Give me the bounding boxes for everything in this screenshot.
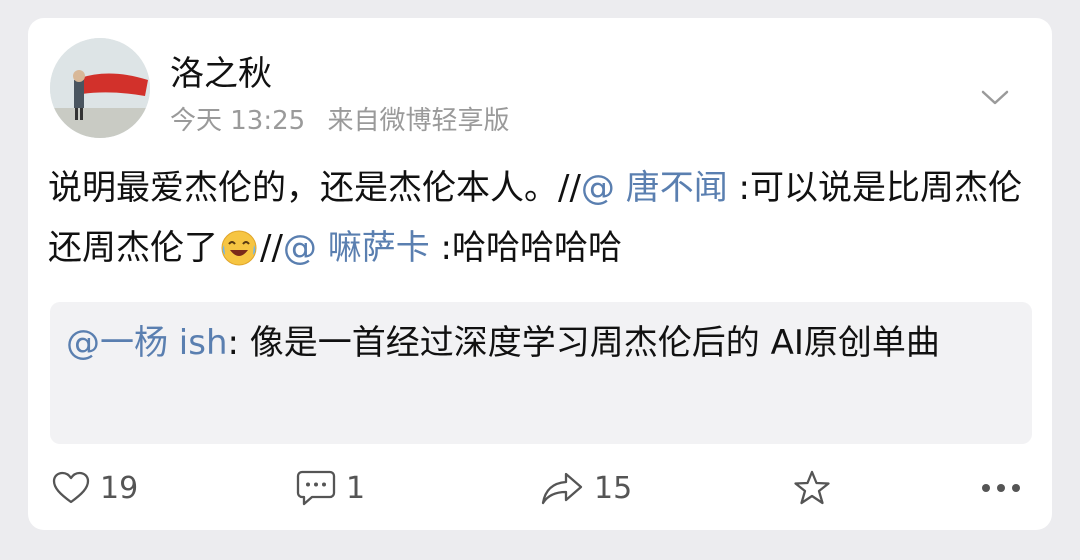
more-button[interactable] (980, 463, 1022, 513)
quoted-post[interactable]: @一杨 ish: 像是一首经过深度学习周杰伦后的 AI原创单曲 (50, 302, 1032, 444)
share-arrow-icon (541, 472, 583, 505)
avatar-image (50, 38, 150, 138)
post-text-part: :哈哈哈哈哈 (429, 228, 622, 268)
like-button[interactable]: 19 (52, 463, 138, 513)
chevron-down-icon[interactable] (980, 88, 1010, 108)
heart-icon (52, 471, 90, 504)
quote-text: : 像是一首经过深度学习周杰伦后的 AI原创单曲 (227, 323, 940, 363)
quote-mention-link[interactable]: @一杨 ish (66, 323, 228, 363)
post-source[interactable]: 来自微博轻享版 (327, 106, 509, 136)
comment-count: 1 (346, 470, 366, 506)
post-card: 洛之秋 今天 13:25 来自微博轻享版 说明最爱杰伦的，还是杰伦本人。//@ … (28, 18, 1052, 530)
repost-count: 15 (594, 470, 633, 506)
more-dots-icon (982, 484, 1020, 492)
favorite-button[interactable] (792, 463, 832, 513)
post-time: 今天 13:25 (170, 106, 306, 136)
post-meta: 今天 13:25 来自微博轻享版 (170, 100, 509, 137)
post-text: 说明最爱杰伦的，还是杰伦本人。//@ 唐不闻 :可以说是比周杰伦还周杰伦了 //… (48, 158, 1038, 286)
like-count: 19 (100, 470, 139, 506)
comment-button[interactable]: 1 (296, 463, 365, 513)
action-bar: 19 1 15 (28, 463, 1052, 513)
post-text-part: 说明最爱杰伦的，还是杰伦本人。// (48, 168, 581, 208)
username[interactable]: 洛之秋 (170, 46, 272, 95)
star-icon (794, 470, 830, 505)
laughing-tears-emoji (220, 226, 258, 286)
post-text-part: // (260, 228, 283, 268)
mention-link[interactable]: @ 嘛萨卡 (283, 228, 430, 268)
repost-button[interactable]: 15 (540, 463, 632, 513)
mention-link[interactable]: @ 唐不闻 (581, 168, 728, 208)
avatar[interactable] (50, 38, 150, 138)
comment-icon (296, 470, 336, 506)
quoted-post-text: @一杨 ish: 像是一首经过深度学习周杰伦后的 AI原创单曲 (66, 314, 1026, 372)
